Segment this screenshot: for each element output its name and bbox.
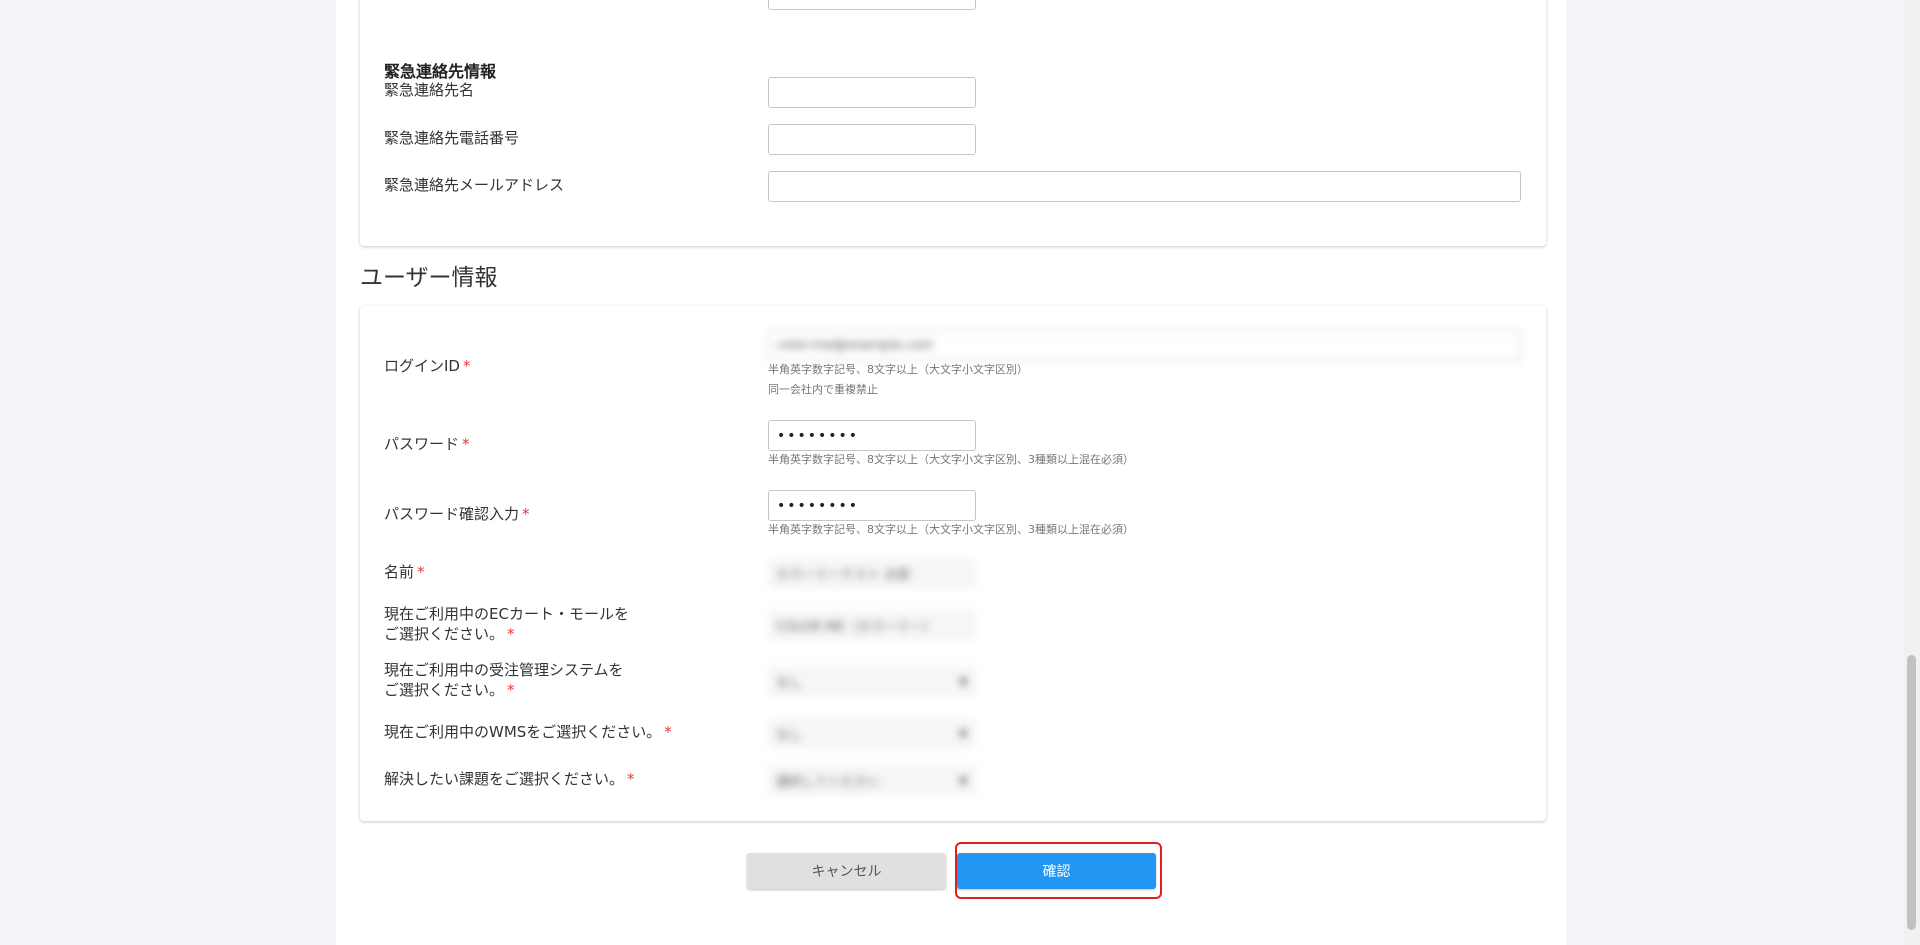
password-confirm-hint: 半角英字数字記号、8文字以上（大文字小文字区別、3種類以上混在必須） xyxy=(768,523,1134,536)
ec-cart-label-line2: ご選択ください。 xyxy=(384,625,505,643)
previous-field-input[interactable] xyxy=(768,0,976,10)
user-info-section-title: ユーザー情報 xyxy=(360,265,498,291)
emergency-email-input[interactable] xyxy=(768,171,1521,202)
password-label-text: パスワード xyxy=(384,435,460,453)
password-label: パスワード * xyxy=(384,434,470,454)
required-mark: * xyxy=(462,357,471,375)
oms-label-line2-wrap: ご選択ください。 * xyxy=(384,680,624,700)
wms-label: 現在ご利用中のWMSをご選択ください。 * xyxy=(384,722,672,742)
oms-label-line2: ご選択ください。 xyxy=(384,681,505,699)
issue-label-text: 解決したい課題をご選択ください。 xyxy=(384,770,625,788)
required-mark: * xyxy=(664,723,672,741)
wms-value: なし xyxy=(776,728,803,743)
issue-label: 解決したい課題をご選択ください。 * xyxy=(384,769,635,789)
password-hint: 半角英字数字記号、8文字以上（大文字小文字区別、3種類以上混在必須） xyxy=(768,453,1134,466)
password-confirm-label-text: パスワード確認入力 xyxy=(384,505,520,523)
chevron-down-icon: ▼ xyxy=(958,726,968,741)
issue-select[interactable]: 選択してください ▼ xyxy=(768,765,976,796)
emergency-contact-card: 緊急連絡先情報 緊急連絡先名 緊急連絡先電話番号 緊急連絡先メールアドレス xyxy=(360,0,1546,246)
required-mark: * xyxy=(522,505,530,523)
required-mark: * xyxy=(507,681,515,699)
wms-select[interactable]: なし ▼ xyxy=(768,718,976,749)
emergency-phone-input[interactable] xyxy=(768,124,976,155)
required-mark: * xyxy=(627,770,635,788)
password-confirm-input[interactable]: •••••••• xyxy=(768,490,976,521)
emergency-name-label: 緊急連絡先名 xyxy=(384,81,475,99)
chevron-down-icon: ▼ xyxy=(958,674,968,689)
password-input[interactable]: •••••••• xyxy=(768,420,976,451)
scrollbar-thumb[interactable] xyxy=(1907,655,1916,930)
password-confirm-label: パスワード確認入力 * xyxy=(384,504,530,524)
required-mark: * xyxy=(507,625,515,643)
user-info-card: ログインID * color.me@example.com 半角英字数字記号、8文… xyxy=(360,306,1546,821)
name-input[interactable]: カラーミーテスト 太郎 xyxy=(768,558,976,589)
name-label: 名前 * xyxy=(384,562,425,582)
login-id-hint-unique: 同一会社内で重複禁止 xyxy=(768,383,878,396)
oms-select[interactable]: なし ▼ xyxy=(768,666,976,697)
ec-cart-select[interactable]: COLOR ME（カラーミー） xyxy=(768,610,976,641)
confirm-button[interactable]: 確認 xyxy=(957,853,1156,889)
wms-label-text: 現在ご利用中のWMSをご選択ください。 xyxy=(384,723,662,741)
page-container: 緊急連絡先情報 緊急連絡先名 緊急連絡先電話番号 緊急連絡先メールアドレス ユー… xyxy=(336,0,1566,945)
oms-label: 現在ご利用中の受注管理システムを ご選択ください。 * xyxy=(384,660,624,700)
chevron-down-icon: ▼ xyxy=(958,773,968,788)
scrollbar[interactable] xyxy=(1903,0,1920,945)
login-id-input[interactable]: color.me@example.com xyxy=(768,330,1521,361)
emergency-email-label: 緊急連絡先メールアドレス xyxy=(384,176,565,194)
ec-cart-label: 現在ご利用中のECカート・モールを ご選択ください。 * xyxy=(384,604,629,644)
required-mark: * xyxy=(417,563,425,581)
login-id-hint: 半角英字数字記号、8文字以上（大文字小文字区別） xyxy=(768,363,1028,376)
emergency-phone-label: 緊急連絡先電話番号 xyxy=(384,129,520,147)
emergency-name-input[interactable] xyxy=(768,77,976,108)
ec-cart-label-line2-wrap: ご選択ください。 * xyxy=(384,624,629,644)
login-id-label: ログインID * xyxy=(384,356,470,376)
login-id-label-text: ログインID xyxy=(384,357,460,375)
cancel-button[interactable]: キャンセル xyxy=(747,853,946,889)
issue-value: 選択してください xyxy=(776,775,880,790)
oms-value: なし xyxy=(776,676,803,691)
ec-cart-value: COLOR ME（カラーミー） xyxy=(776,620,936,635)
emergency-contact-title: 緊急連絡先情報 xyxy=(384,62,497,81)
name-label-text: 名前 xyxy=(384,563,415,581)
required-mark: * xyxy=(462,435,470,453)
ec-cart-label-line1: 現在ご利用中のECカート・モールを xyxy=(384,605,629,623)
name-value: カラーミーテスト 太郎 xyxy=(776,568,911,583)
oms-label-line1: 現在ご利用中の受注管理システムを xyxy=(384,661,624,679)
